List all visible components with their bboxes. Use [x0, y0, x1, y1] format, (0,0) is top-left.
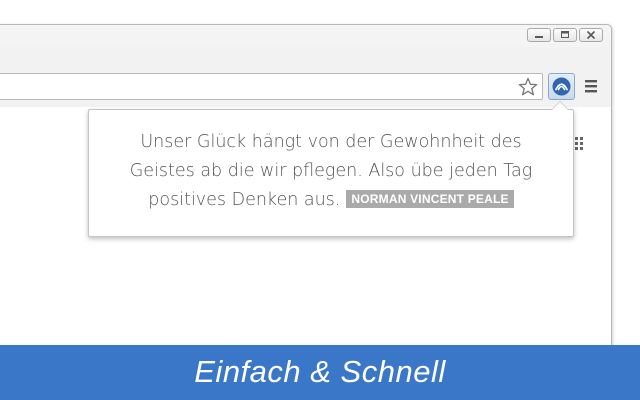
quote-popup: Unser Glück hängt von der Gewohnheit des… [88, 101, 574, 237]
maximize-icon [561, 31, 569, 38]
quote-line-3: positives Denken aus. [148, 190, 341, 210]
close-button[interactable] [579, 28, 603, 42]
minimize-button[interactable] [527, 28, 551, 42]
author-badge: NORMAN VINCENT PEALE [346, 190, 514, 208]
banner-title: Einfach & Schnell [194, 354, 446, 389]
quote-line-2: Geistes ab die wir pflegen. Also übe jed… [129, 161, 533, 181]
title-bar [0, 25, 611, 47]
hamburger-menu-icon[interactable] [583, 77, 599, 95]
popup-arrow [551, 101, 569, 110]
quote-text: Unser Glück hängt von der Gewohnheit des… [103, 128, 559, 215]
minimize-icon [535, 36, 543, 38]
browser-toolbar [0, 47, 611, 108]
extension-logo-icon [552, 77, 571, 96]
address-bar[interactable] [0, 73, 543, 100]
promo-banner: Einfach & Schnell [0, 345, 640, 400]
extension-button[interactable] [548, 73, 575, 100]
maximize-button[interactable] [553, 28, 577, 42]
apps-grid-icon[interactable] [575, 137, 587, 151]
star-icon[interactable] [517, 76, 539, 98]
quote-line-1: Unser Glück hängt von der Gewohnheit des [140, 132, 522, 152]
screenshot-stage: Unser Glück hängt von der Gewohnheit des… [0, 0, 640, 400]
close-icon [586, 30, 596, 40]
